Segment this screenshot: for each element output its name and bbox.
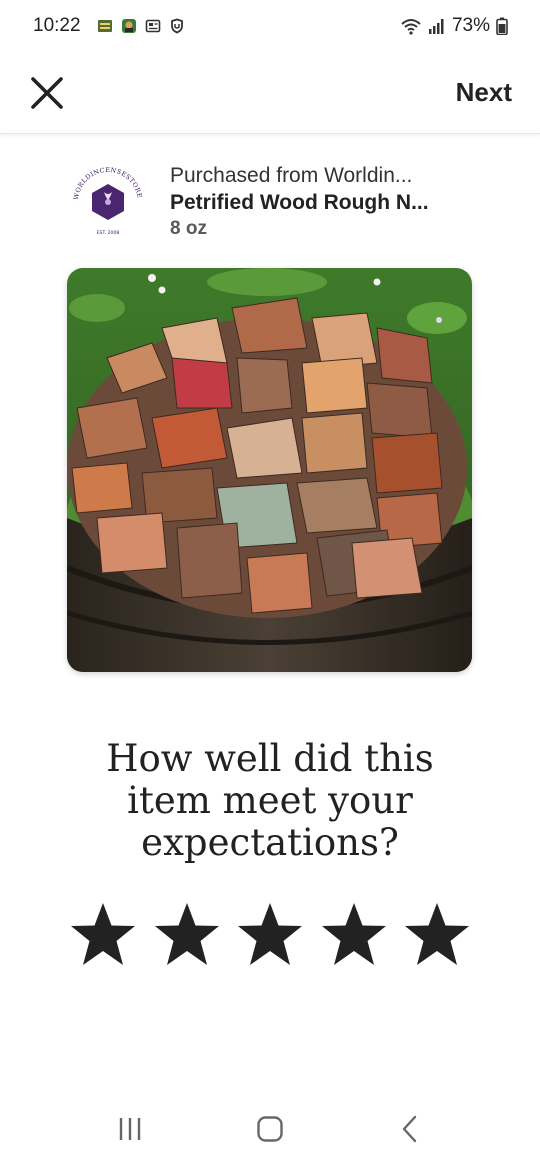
star-5[interactable]	[402, 900, 472, 970]
notification-app-icon	[97, 20, 112, 32]
star-1[interactable]	[68, 900, 138, 970]
star-icon	[154, 903, 219, 965]
purchased-from-text[interactable]: Purchased from Worldin...	[170, 162, 480, 189]
item-variant: 8 oz	[170, 218, 207, 239]
product-image	[67, 268, 472, 672]
notification-news-icon	[145, 19, 160, 33]
notification-photo-icon	[121, 19, 136, 33]
home-icon	[257, 1116, 283, 1142]
top-bar: Next	[0, 52, 540, 134]
home-button[interactable]	[250, 1109, 290, 1149]
star-icon	[321, 903, 386, 965]
close-button[interactable]	[30, 76, 64, 110]
star-4[interactable]	[319, 900, 389, 970]
star-icon	[238, 903, 302, 965]
next-button[interactable]: Next	[456, 77, 512, 108]
star-2[interactable]	[152, 900, 222, 970]
back-icon	[402, 1115, 417, 1143]
star-icon	[405, 903, 469, 965]
status-right: 73%	[400, 15, 508, 37]
notification-shield-icon	[170, 18, 183, 34]
recents-icon	[119, 1118, 141, 1140]
recents-button[interactable]	[110, 1109, 150, 1149]
shop-logo: WORLDINCENSESTORE EST. 2008	[66, 158, 150, 242]
item-title[interactable]: Petrified Wood Rough N...	[170, 189, 480, 216]
back-button[interactable]	[390, 1109, 430, 1149]
star-3[interactable]	[235, 900, 305, 970]
signal-icon	[428, 19, 444, 34]
status-time: 10:22	[33, 15, 81, 36]
star-icon	[71, 903, 135, 965]
star-rating	[68, 900, 472, 970]
status-bar: 10:22 73%	[0, 0, 540, 52]
purchase-info: WORLDINCENSESTORE EST. 2008 Purchased fr…	[66, 158, 486, 244]
battery-icon	[496, 17, 508, 35]
wifi-icon	[401, 19, 421, 35]
svg-text:EST. 2008: EST. 2008	[97, 230, 120, 236]
close-icon	[31, 76, 63, 109]
battery-percent: 73%	[451, 15, 490, 36]
status-left: 10:22	[33, 15, 185, 37]
purchase-text: Purchased from Worldin... Petrified Wood…	[170, 158, 480, 242]
rating-question: How well did this item meet your expecta…	[106, 737, 434, 864]
system-nav-bar	[0, 1100, 540, 1158]
